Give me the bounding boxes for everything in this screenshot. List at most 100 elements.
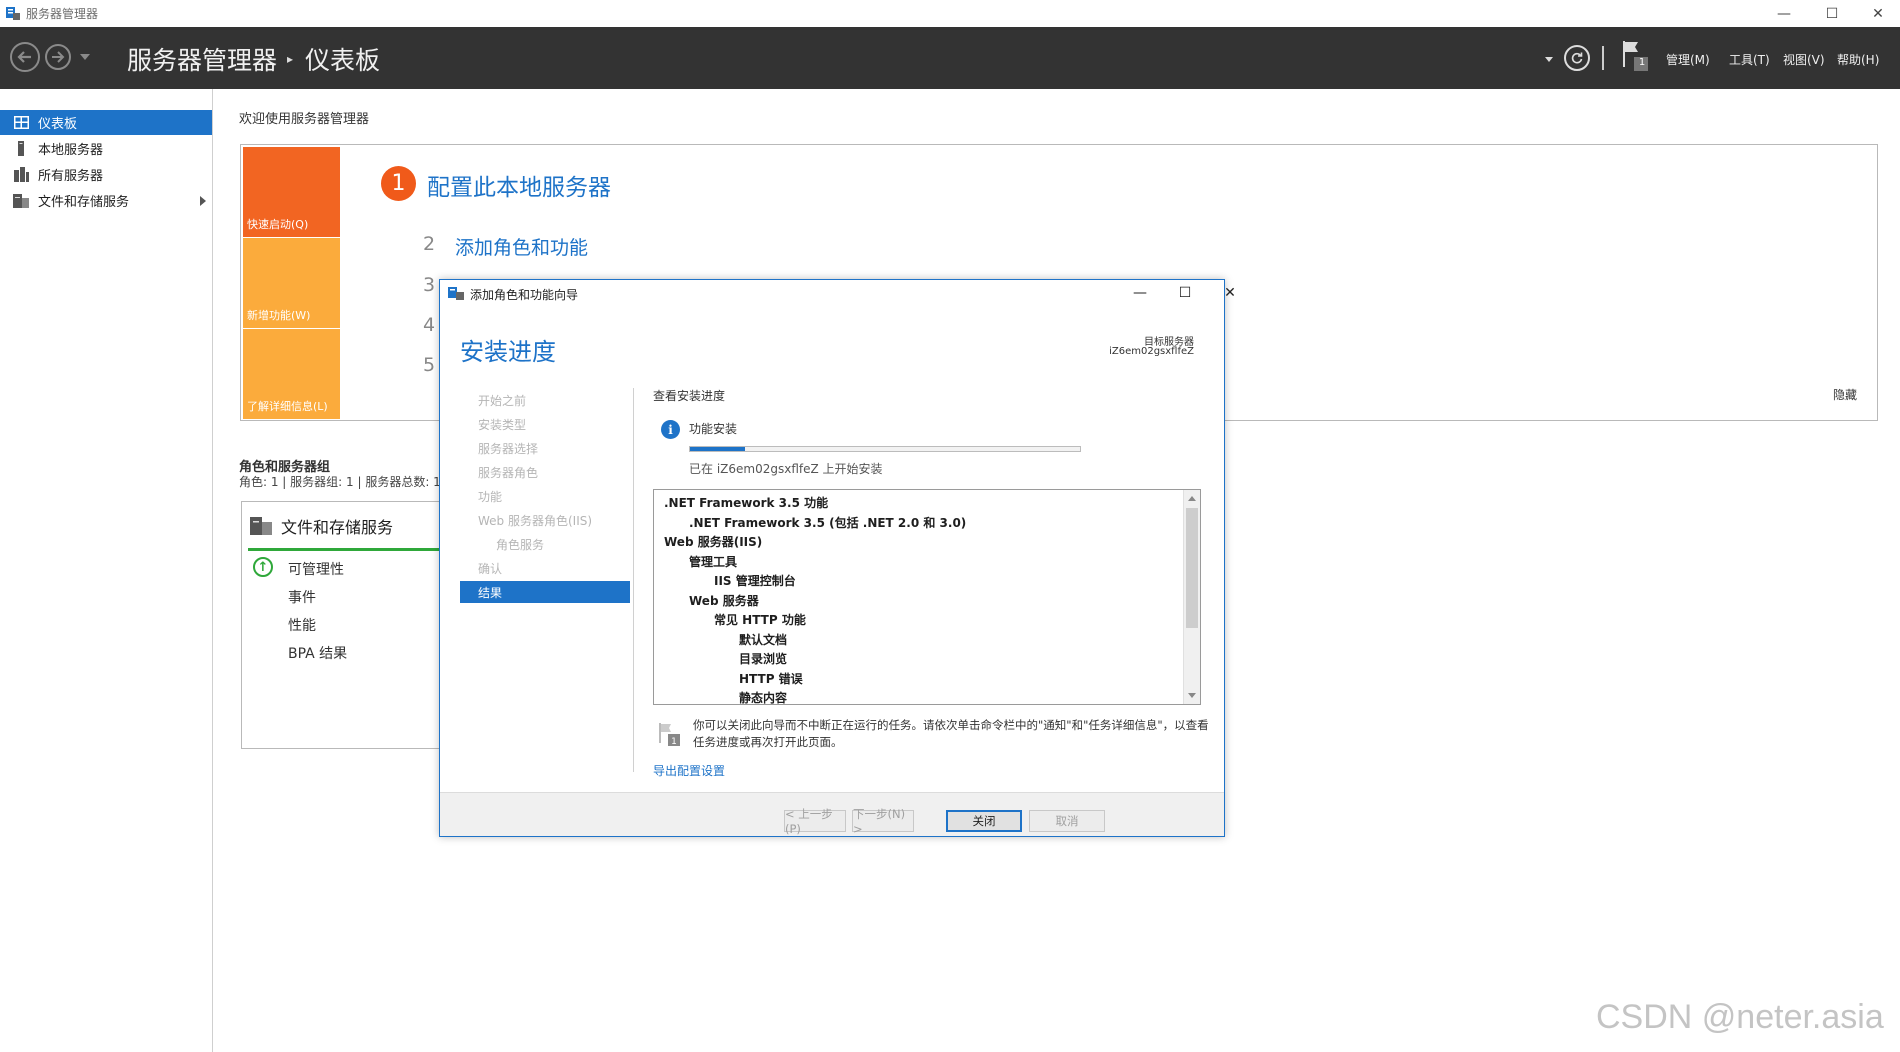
tile-quick-start[interactable]: 快速启动(Q) [243,147,340,237]
role-row-performance[interactable]: 性能 [288,615,316,635]
maximize-button[interactable]: ☐ [1810,0,1854,27]
previous-button[interactable]: < 上一步(P) [784,807,846,836]
sidebar-item-dashboard[interactable]: 仪表板 [0,110,212,135]
server-manager-app-icon [6,7,20,20]
notification-flag-icon: 1 [659,723,680,747]
app-header: 服务器管理器 ▸ 仪表板 1 管理(M) 工具(T) 视图(V) 帮助(H) [0,27,1900,89]
wizard-step-web-server-role: Web 服务器角色(IIS) [478,513,593,528]
configure-local-server-link[interactable]: 配置此本地服务器 [427,168,611,202]
header-separator [1602,46,1604,70]
menu-help[interactable]: 帮助(H) [1837,51,1879,68]
wizard-app-icon [448,287,464,300]
feature-item: 默认文档 [739,632,788,647]
refresh-icon [1571,52,1583,64]
sidebar-item-label: 本地服务器 [38,143,104,158]
export-config-link[interactable]: 导出配置设置 [653,762,725,779]
step-3-number: 3 [423,274,436,296]
sidebar-item-label: 仪表板 [38,117,78,132]
dialog-title: 添加角色和功能向导 [470,288,579,302]
tile-learn-more[interactable]: 了解详细信息(L) [243,329,340,419]
header-dropdown-icon[interactable] [1545,57,1553,62]
wizard-step-results[interactable]: 结果 [460,581,630,603]
sidebar-item-all-servers[interactable]: 所有服务器 [0,162,212,187]
wizard-step-confirmation: 确认 [478,561,503,576]
scroll-up-icon[interactable] [1188,496,1196,501]
forward-button[interactable] [45,44,71,70]
wizard-step-role-services: 角色服务 [496,537,545,552]
step-5-number: 5 [423,354,436,376]
feature-list-scrollbar[interactable] [1183,490,1200,704]
tile-label: 了解详细信息(L) [247,400,328,413]
sidebar-item-file-storage[interactable]: 文件和存储服务 [0,188,212,213]
role-card-title[interactable]: 文件和存储服务 [281,514,393,538]
cancel-button[interactable]: 取消 [1029,810,1105,832]
step-1-badge: 1 [381,166,416,201]
role-card-file-storage[interactable]: 文件和存储服务 ↑ 可管理性 事件 性能 BPA 结果 [241,501,442,749]
menu-tools[interactable]: 工具(T) [1729,51,1770,68]
breadcrumb-current: 仪表板 [305,46,381,75]
dialog-close-button[interactable]: ✕ [1215,283,1245,303]
dashboard-icon [13,116,29,130]
view-progress-label: 查看安装进度 [653,389,726,403]
tile-label: 快速启动(Q) [247,218,309,231]
role-row-manageability[interactable]: 可管理性 [288,559,344,579]
breadcrumb-separator-icon: ▸ [287,52,294,66]
add-roles-features-link[interactable]: 添加角色和功能 [455,233,588,260]
feature-item: Web 服务器(IIS) [664,535,763,549]
feature-item: 常见 HTTP 功能 [714,613,806,627]
back-button[interactable] [10,42,40,72]
dialog-minimize-button[interactable]: — [1125,283,1155,303]
feature-item: .NET Framework 3.5 功能 [664,496,829,510]
feature-item: Web 服务器 [689,593,759,608]
close-button[interactable]: ✕ [1856,0,1900,27]
tile-label: 新增功能(W) [247,309,311,322]
minimize-button[interactable]: — [1762,0,1806,27]
scroll-down-icon[interactable] [1188,693,1196,698]
server-icon [13,141,29,156]
feature-install-label: 功能安装 [689,422,738,436]
breadcrumb: 服务器管理器 ▸ 仪表板 [127,41,380,77]
role-card-header: 文件和存储服务 [250,514,393,538]
arrow-right-icon [52,51,65,63]
storage-icon [250,517,272,535]
step-4-number: 4 [423,314,436,336]
feature-item: .NET Framework 3.5 (包括 .NET 2.0 和 3.0) [689,515,967,530]
dialog-heading: 安装进度 [460,338,556,366]
svg-text:1: 1 [671,737,677,747]
sidebar-item-label: 所有服务器 [38,169,104,184]
role-status-bar [248,548,442,551]
install-progress-text: 已在 iZ6em02gsxflfeZ 上开始安装 [689,462,883,476]
arrow-left-icon [17,51,31,63]
sidebar: 仪表板 本地服务器 所有服务器 文件和存储服务 [0,89,213,1052]
roles-summary: 角色: 1 | 服务器组: 1 | 服务器总数: 1 [239,475,441,489]
feature-item: 目录浏览 [739,652,788,666]
feature-item: HTTP 错误 [739,671,803,686]
hide-link[interactable]: 隐藏 [1833,386,1857,403]
role-row-bpa-results[interactable]: BPA 结果 [288,643,347,663]
tile-whats-new[interactable]: 新增功能(W) [243,238,340,328]
role-row-events[interactable]: 事件 [288,587,316,607]
dialog-divider [633,388,634,772]
breadcrumb-root[interactable]: 服务器管理器 [127,41,277,77]
dialog-maximize-button[interactable]: ☐ [1170,283,1200,303]
wizard-step-server-roles: 服务器角色 [478,465,539,480]
expand-arrow-icon[interactable] [200,196,206,206]
welcome-title: 欢迎使用服务器管理器 [239,112,370,127]
next-button[interactable]: 下一步(N) > [852,807,914,836]
sidebar-item-local-server[interactable]: 本地服务器 [0,136,212,161]
window-titlebar: 服务器管理器 — ☐ ✕ [0,0,1900,27]
destination-server-value: iZ6em02gsxflfeZ [1109,346,1194,357]
scroll-thumb[interactable] [1186,508,1198,628]
refresh-button[interactable] [1564,45,1590,71]
menu-view[interactable]: 视图(V) [1783,51,1825,68]
dialog-footer: < 上一步(P) 下一步(N) > 关闭 取消 [440,792,1224,836]
window-title: 服务器管理器 [26,7,99,21]
feature-list-box[interactable]: .NET Framework 3.5 功能 .NET Framework 3.5 … [653,489,1201,705]
storage-icon [13,193,29,208]
notifications-button[interactable]: 1 [1620,39,1650,73]
install-progress-fill [690,447,745,451]
menu-manage[interactable]: 管理(M) [1666,51,1710,68]
wizard-step-before-you-begin: 开始之前 [478,393,527,408]
history-dropdown-icon[interactable] [80,54,90,60]
dialog-close-action-button[interactable]: 关闭 [946,810,1022,832]
